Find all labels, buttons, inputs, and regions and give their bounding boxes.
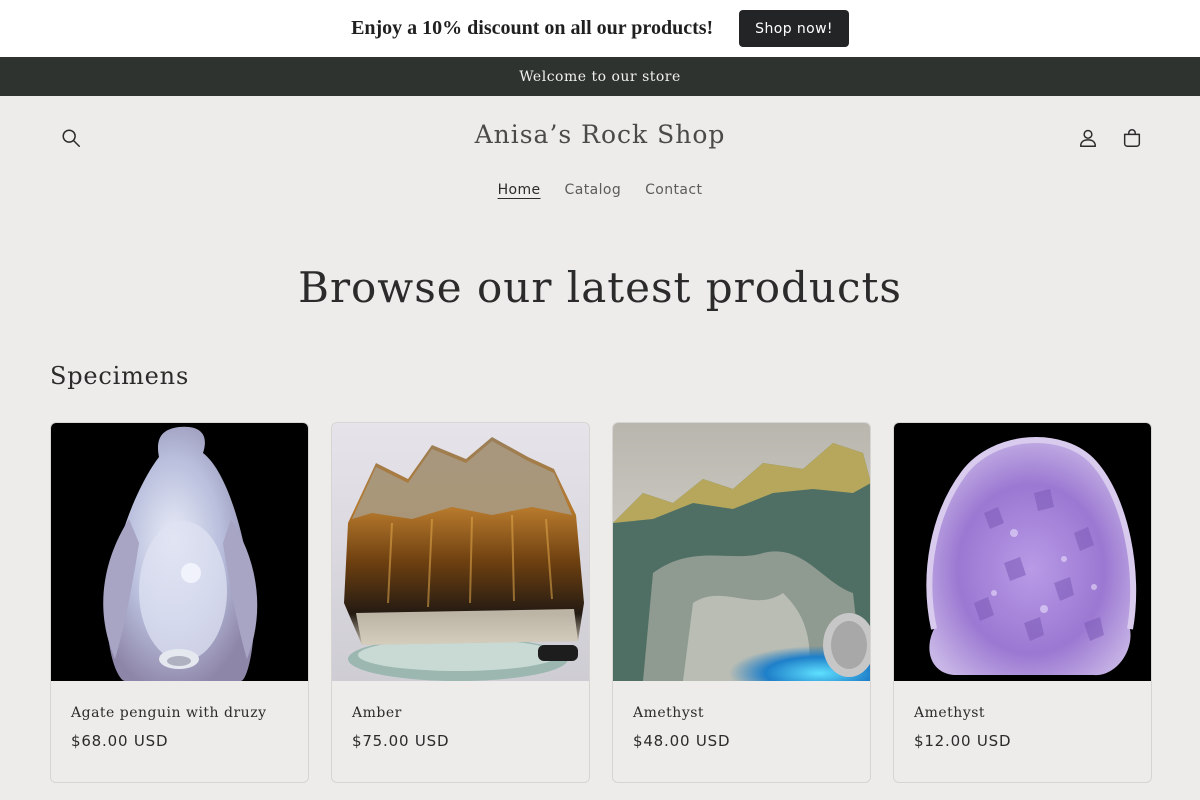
announcement-text: Welcome to our store	[519, 68, 681, 85]
product-card[interactable]: Agate penguin with druzy $68.00 USD	[50, 422, 309, 783]
product-info: Amethyst $48.00 USD	[613, 681, 870, 750]
product-price: $75.00 USD	[352, 732, 450, 750]
account-icon	[1079, 129, 1097, 147]
product-grid: Agate penguin with druzy $68.00 USD Ambe…	[50, 422, 1152, 783]
product-info: Amethyst $12.00 USD	[894, 681, 1151, 750]
main-nav: Home Catalog Contact	[0, 182, 1200, 198]
product-info: Agate penguin with druzy $68.00 USD	[51, 681, 308, 750]
cart-button[interactable]	[1119, 125, 1145, 151]
product-image[interactable]	[613, 423, 871, 681]
nav-link-contact[interactable]: Contact	[645, 182, 702, 198]
product-card[interactable]: Amber $75.00 USD	[331, 422, 590, 783]
product-image[interactable]	[51, 423, 309, 681]
nav-link-catalog[interactable]: Catalog	[565, 182, 622, 198]
shop-now-button[interactable]: Shop now!	[739, 10, 849, 47]
section-heading: Specimens	[50, 362, 190, 390]
nav-link-home[interactable]: Home	[498, 182, 541, 198]
product-image[interactable]	[894, 423, 1152, 681]
product-price: $68.00 USD	[71, 732, 169, 750]
product-name[interactable]: Amber	[352, 705, 569, 721]
product-price: $12.00 USD	[914, 732, 1012, 750]
site-header: Anisa’s Rock Shop Home Catalog Contact	[0, 96, 1200, 219]
product-card[interactable]: Amethyst $48.00 USD	[612, 422, 871, 783]
product-name[interactable]: Amethyst	[633, 705, 850, 721]
store-title-link[interactable]: Anisa’s Rock Shop	[475, 120, 726, 149]
account-button[interactable]	[1075, 125, 1101, 151]
product-image[interactable]	[332, 423, 590, 681]
product-price: $48.00 USD	[633, 732, 731, 750]
store-title: Anisa’s Rock Shop	[0, 120, 1200, 149]
promo-text: Enjoy a 10% discount on all our products…	[351, 17, 714, 39]
cart-icon	[1123, 129, 1141, 147]
main-content: Browse our latest products Specimens Aga…	[0, 263, 1200, 783]
product-name[interactable]: Agate penguin with druzy	[71, 705, 288, 721]
product-card[interactable]: Amethyst $12.00 USD	[893, 422, 1152, 783]
product-name[interactable]: Amethyst	[914, 705, 1131, 721]
promo-bar: Enjoy a 10% discount on all our products…	[0, 0, 1200, 57]
announcement-bar: Welcome to our store	[0, 57, 1200, 96]
product-info: Amber $75.00 USD	[332, 681, 589, 750]
hero-heading: Browse our latest products	[298, 263, 902, 312]
